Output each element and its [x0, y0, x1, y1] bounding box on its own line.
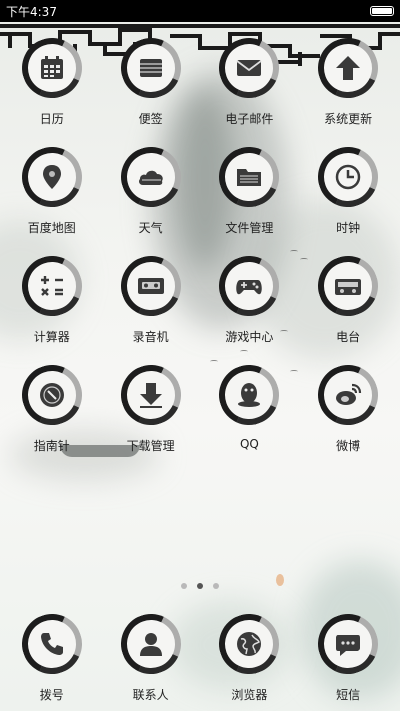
page-indicator: [0, 583, 400, 589]
update-arrow-icon: [336, 56, 361, 80]
app-clock[interactable]: 时钟: [301, 137, 395, 241]
app-label: 计算器: [33, 330, 70, 344]
app-dialer[interactable]: 拨号: [5, 604, 99, 708]
app-download-manager[interactable]: 下载管理: [104, 355, 198, 459]
app-label: 电子邮件: [225, 112, 274, 126]
contact-icon: [139, 633, 162, 656]
app-grid: 日历 便签 电子邮件 系统更新 百度地图 天气 文件管理 时钟 计算器 录音机 …: [0, 28, 400, 459]
app-label: 浏览器: [231, 688, 268, 702]
app-radio[interactable]: 电台: [301, 246, 395, 350]
page-dot-active[interactable]: [197, 583, 203, 589]
app-label: 电台: [336, 330, 361, 344]
app-calendar[interactable]: 日历: [5, 28, 99, 132]
message-bubble-icon: [336, 635, 361, 656]
notes-icon: [139, 59, 162, 77]
phone-icon: [40, 633, 63, 655]
download-icon: [139, 383, 162, 408]
app-notes[interactable]: 便签: [104, 28, 198, 132]
email-icon: [236, 60, 262, 76]
status-bar: 下午4:37: [0, 0, 400, 22]
app-label: 指南针: [33, 439, 70, 453]
app-game-center[interactable]: 游戏中心: [202, 246, 296, 350]
app-label: 联系人: [132, 688, 169, 702]
app-label: 天气: [138, 221, 163, 235]
app-label: 文件管理: [225, 221, 274, 235]
app-label: 时钟: [336, 221, 361, 235]
dock: 拨号 联系人 浏览器 短信: [0, 604, 400, 708]
battery-icon: [370, 6, 394, 16]
app-label: 下载管理: [126, 439, 175, 453]
app-browser[interactable]: 浏览器: [202, 604, 296, 708]
app-label: 拨号: [39, 688, 64, 702]
calculator-icon: [40, 276, 63, 296]
app-baidu-map[interactable]: 百度地图: [5, 137, 99, 241]
app-calculator[interactable]: 计算器: [5, 246, 99, 350]
app-label: 日历: [39, 112, 64, 126]
app-label: 百度地图: [27, 221, 76, 235]
app-recorder[interactable]: 录音机: [104, 246, 198, 350]
app-compass[interactable]: 指南针: [5, 355, 99, 459]
gamepad-icon: [236, 280, 263, 295]
folder-icon: [237, 169, 262, 186]
app-label: 微博: [336, 439, 361, 453]
app-weather[interactable]: 天气: [104, 137, 198, 241]
page-dot[interactable]: [181, 583, 187, 589]
page-dot[interactable]: [213, 583, 219, 589]
app-system-update[interactable]: 系统更新: [301, 28, 395, 132]
penguin-icon: [238, 383, 261, 407]
app-label: 便签: [138, 112, 163, 126]
compass-icon: [39, 383, 64, 407]
weibo-icon: [336, 383, 362, 405]
app-label: 录音机: [132, 330, 169, 344]
app-messages[interactable]: 短信: [301, 604, 395, 708]
status-time: 下午4:37: [6, 4, 57, 19]
cloud-icon: [138, 170, 163, 185]
map-pin-icon: [42, 165, 61, 189]
app-label: QQ: [239, 437, 259, 451]
app-qq[interactable]: QQ: [202, 355, 296, 459]
globe-icon: [237, 632, 262, 656]
app-label: 游戏中心: [225, 330, 274, 344]
calendar-icon: [40, 56, 63, 79]
clock-icon: [335, 164, 361, 190]
cassette-icon: [137, 278, 164, 294]
app-email[interactable]: 电子邮件: [202, 28, 296, 132]
app-label: 系统更新: [324, 112, 373, 126]
app-file-manager[interactable]: 文件管理: [202, 137, 296, 241]
app-label: 短信: [336, 688, 361, 702]
app-contacts[interactable]: 联系人: [104, 604, 198, 708]
radio-icon: [335, 279, 362, 295]
app-weibo[interactable]: 微博: [301, 355, 395, 459]
